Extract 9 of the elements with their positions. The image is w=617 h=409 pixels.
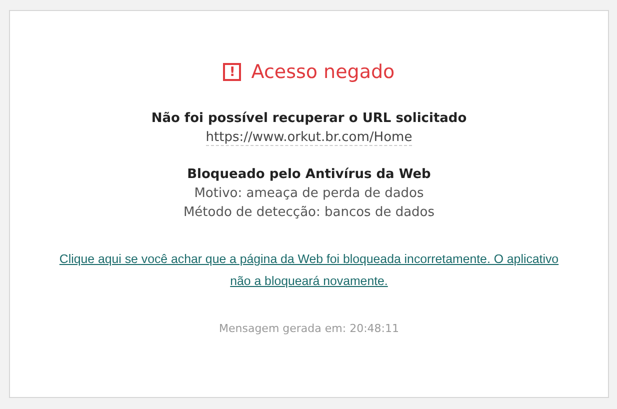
detail-text: Motivo: ameaça de perda de dados xyxy=(194,186,424,201)
block-heading: Bloqueado pelo Antivírus da Web xyxy=(187,167,431,182)
page-title: Acesso negado xyxy=(251,61,395,83)
error-heading: Não foi possível recuperar o URL solicitado xyxy=(151,111,467,126)
timestamp-text: Mensagem gerada em: 20:48:11 xyxy=(219,322,399,335)
detail-text: Método de detecção: bancos de dados xyxy=(183,205,435,220)
unblock-link[interactable]: Clique aqui se você achar que a página da Web foi bloqueada incorretamente. O aplicativo não a bloqueará novamente. xyxy=(49,248,569,292)
requested-url: https://www.orkut.br.com/Home xyxy=(206,130,412,146)
warning-icon: ! xyxy=(223,63,242,81)
